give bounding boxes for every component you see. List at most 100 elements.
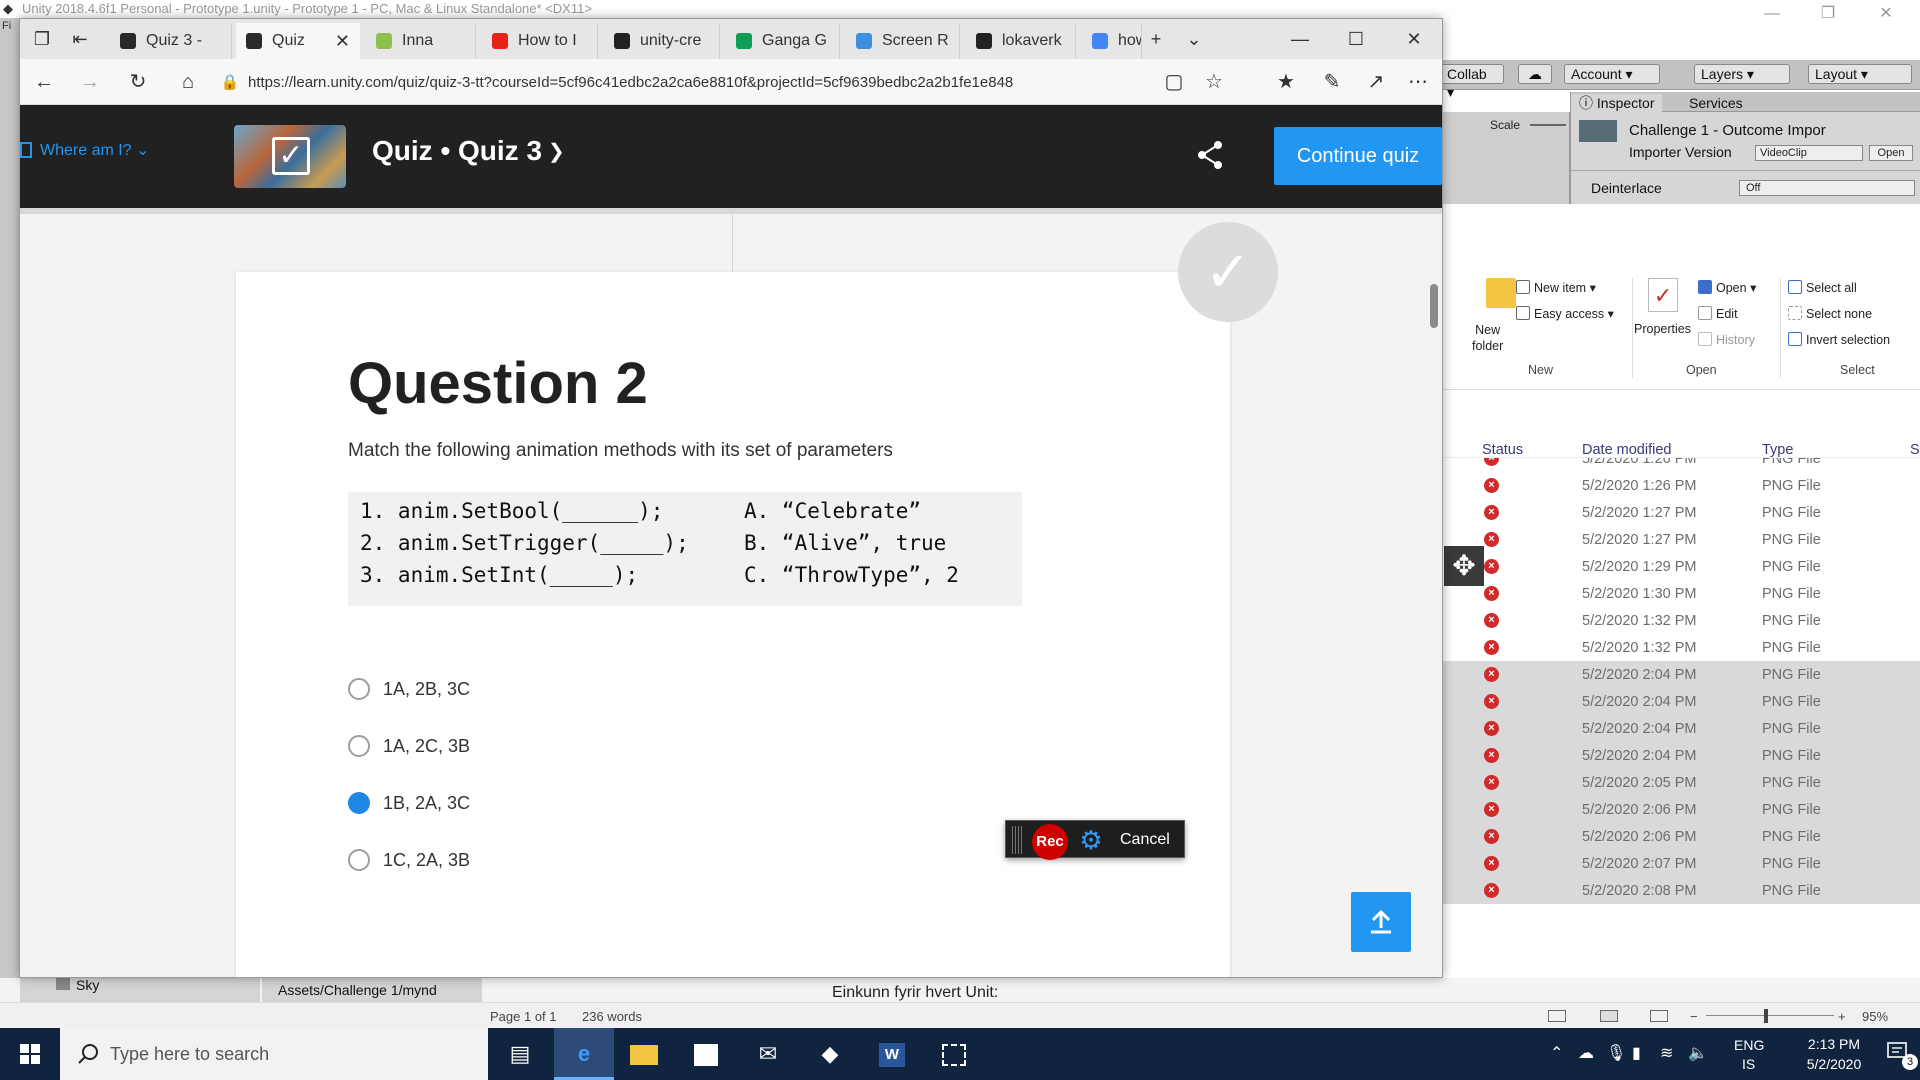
file-row[interactable]: × 5/2/2020 1:26 PM PNG File: [1440, 458, 1920, 472]
file-row[interactable]: × 5/2/2020 1:26 PM PNG File: [1440, 472, 1920, 499]
action-center-icon[interactable]: 3: [1886, 1040, 1918, 1070]
microphone-icon[interactable]: 🎙: [1606, 1043, 1626, 1063]
read-mode-icon[interactable]: [1548, 1010, 1566, 1022]
column-date-modified[interactable]: Date modified: [1582, 442, 1671, 458]
deinterlace-select[interactable]: Off: [1739, 180, 1915, 196]
store-icon[interactable]: [676, 1028, 736, 1080]
cloud-icon[interactable]: ☁: [1518, 64, 1552, 84]
file-explorer-icon[interactable]: [614, 1028, 674, 1080]
easy-access-button[interactable]: Easy access ▾: [1516, 306, 1614, 321]
importer-version-select[interactable]: VideoClip: [1755, 145, 1863, 161]
file-row[interactable]: × 5/2/2020 2:04 PM PNG File: [1440, 715, 1920, 742]
unity-taskbar-icon[interactable]: ◆: [800, 1028, 860, 1080]
clock-time[interactable]: 2:13 PM: [1792, 1036, 1876, 1052]
word-icon[interactable]: W: [862, 1028, 922, 1080]
file-row[interactable]: × 5/2/2020 2:04 PM PNG File: [1440, 742, 1920, 769]
column-status[interactable]: Status: [1482, 442, 1523, 458]
minimize-icon[interactable]: —: [1752, 0, 1792, 28]
scale-slider[interactable]: [1530, 124, 1566, 126]
web-layout-icon[interactable]: [1650, 1010, 1668, 1022]
file-row[interactable]: × 5/2/2020 1:27 PM PNG File: [1440, 499, 1920, 526]
browser-tab[interactable]: How to I: [482, 23, 598, 59]
set-aside-tabs-icon[interactable]: ⇤: [60, 19, 100, 59]
url-field[interactable]: https://learn.unity.com/quiz/quiz-3-tt?c…: [248, 69, 1158, 97]
column-type[interactable]: Type: [1762, 442, 1793, 458]
back-icon[interactable]: ←: [26, 65, 62, 99]
word-count[interactable]: 236 words: [582, 1009, 642, 1024]
taskbar-search-box[interactable]: Type here to search: [60, 1028, 488, 1080]
gear-icon[interactable]: ⚙: [1076, 825, 1106, 855]
radio-checked-icon[interactable]: [348, 792, 370, 814]
clock-date[interactable]: 5/2/2020: [1792, 1056, 1876, 1072]
zoom-slider-thumb[interactable]: [1764, 1009, 1768, 1023]
open-ribbon-button[interactable]: Open ▾: [1698, 280, 1756, 295]
edit-button[interactable]: Edit: [1698, 306, 1738, 321]
mail-icon[interactable]: ✉: [738, 1028, 798, 1080]
browser-maximize-icon[interactable]: ☐: [1336, 19, 1376, 59]
new-item-button[interactable]: New item ▾: [1516, 280, 1596, 295]
continue-quiz-button[interactable]: Continue quiz: [1274, 127, 1442, 185]
file-row[interactable]: × 5/2/2020 1:27 PM PNG File: [1440, 526, 1920, 553]
zoom-in-icon[interactable]: +: [1838, 1009, 1846, 1024]
favorite-star-icon[interactable]: ☆: [1196, 65, 1232, 99]
browser-close-icon[interactable]: ✕: [1394, 19, 1434, 59]
file-row[interactable]: × 5/2/2020 2:05 PM PNG File: [1440, 769, 1920, 796]
browser-minimize-icon[interactable]: —: [1280, 19, 1320, 59]
snipping-tool-icon[interactable]: [924, 1028, 984, 1080]
notes-pen-icon[interactable]: ✎: [1314, 65, 1350, 99]
forward-icon[interactable]: →: [72, 65, 108, 99]
tab-actions-icon[interactable]: ❐: [22, 19, 62, 59]
browser-tab[interactable]: Quiz ✕: [236, 23, 360, 59]
browser-tab[interactable]: Quiz 3 -: [110, 23, 232, 59]
where-am-i-button[interactable]: Where am I? ⌄: [20, 140, 149, 160]
browser-tab[interactable]: Screen R: [846, 23, 960, 59]
onedrive-icon[interactable]: ☁: [1578, 1043, 1594, 1063]
page-info[interactable]: Page 1 of 1: [490, 1009, 557, 1024]
cancel-recording-button[interactable]: Cancel: [1120, 821, 1170, 859]
file-row[interactable]: × 5/2/2020 2:06 PM PNG File: [1440, 823, 1920, 850]
answer-option[interactable]: 1C, 2A, 3B: [348, 847, 608, 877]
browser-tab[interactable]: how to c: [1082, 23, 1142, 59]
file-row[interactable]: × 5/2/2020 1:32 PM PNG File: [1440, 607, 1920, 634]
account-dropdown[interactable]: Account ▾: [1564, 64, 1660, 84]
page-scrollbar[interactable]: [1430, 284, 1438, 328]
new-tab-icon[interactable]: +: [1136, 19, 1176, 59]
scroll-to-top-button[interactable]: [1351, 892, 1411, 952]
file-row[interactable]: × 5/2/2020 1:32 PM PNG File: [1440, 634, 1920, 661]
more-options-icon[interactable]: ⋯: [1400, 65, 1436, 99]
browser-tab[interactable]: unity-cre: [604, 23, 720, 59]
quiz-chevron-down-icon[interactable]: ❯: [548, 139, 565, 164]
favorites-icon[interactable]: ★: [1268, 65, 1304, 99]
radio-unchecked-icon[interactable]: [348, 678, 370, 700]
input-language[interactable]: ENG: [1734, 1037, 1764, 1053]
history-button[interactable]: History: [1698, 332, 1755, 347]
answer-option[interactable]: 1A, 2B, 3C: [348, 676, 608, 706]
file-row[interactable]: × 5/2/2020 2:04 PM PNG File: [1440, 661, 1920, 688]
tab-inspector[interactable]: ⓘ Inspector: [1571, 94, 1663, 112]
restore-icon[interactable]: ❐: [1808, 0, 1848, 28]
answer-option[interactable]: 1B, 2A, 3C: [348, 790, 608, 820]
radio-unchecked-icon[interactable]: [348, 735, 370, 757]
collab-button[interactable]: Collab ▾: [1440, 64, 1504, 100]
tab-close-icon[interactable]: ✕: [335, 23, 350, 59]
zoom-slider[interactable]: [1706, 1015, 1834, 1016]
zoom-out-icon[interactable]: −: [1690, 1009, 1698, 1024]
browser-tab[interactable]: Inna: [366, 23, 476, 59]
refresh-icon[interactable]: ↻: [120, 65, 156, 99]
record-button[interactable]: Rec: [1032, 824, 1068, 860]
new-folder-button[interactable]: New folder: [1472, 322, 1503, 354]
tab-preview-chevron-icon[interactable]: ⌄: [1174, 19, 1214, 59]
layout-dropdown[interactable]: Layout ▾: [1808, 64, 1912, 84]
quiz-title[interactable]: Quiz • Quiz 3: [372, 135, 542, 167]
file-row[interactable]: × 5/2/2020 1:30 PM PNG File: [1440, 580, 1920, 607]
browser-tab[interactable]: Ganga G: [726, 23, 840, 59]
close-icon[interactable]: ✕: [1866, 0, 1906, 28]
keyboard-layout[interactable]: IS: [1742, 1056, 1755, 1072]
share-page-icon[interactable]: ↗: [1358, 65, 1394, 99]
column-size[interactable]: S: [1910, 442, 1920, 458]
radio-unchecked-icon[interactable]: [348, 849, 370, 871]
tab-services[interactable]: Services: [1681, 94, 1751, 112]
select-none-button[interactable]: Select none: [1788, 306, 1872, 321]
file-row[interactable]: × 5/2/2020 2:06 PM PNG File: [1440, 796, 1920, 823]
task-view-icon[interactable]: ▤: [490, 1028, 550, 1080]
